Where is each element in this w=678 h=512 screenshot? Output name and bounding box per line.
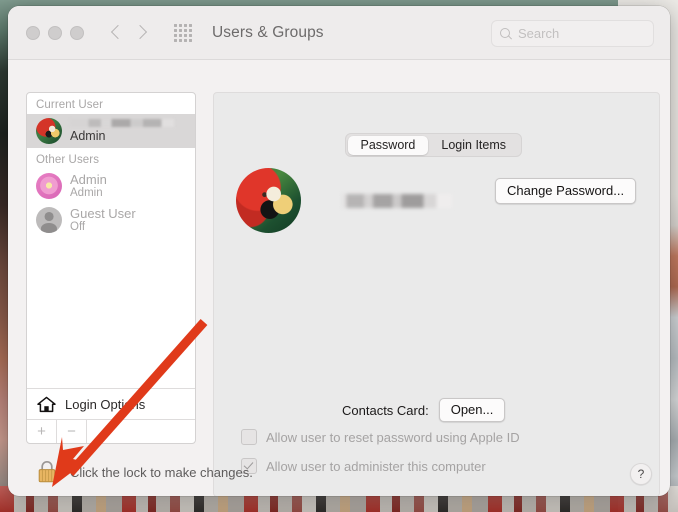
- tab-password[interactable]: Password: [347, 135, 429, 155]
- flower-avatar: [36, 173, 62, 199]
- forward-icon[interactable]: [130, 21, 152, 45]
- contacts-card-row: Contacts Card: Open...: [342, 398, 506, 422]
- user-role: Admin: [70, 186, 103, 199]
- add-remove-user-bar: + −: [27, 419, 195, 443]
- traffic-light-buttons: [26, 25, 84, 40]
- user-name-redacted: [70, 118, 174, 127]
- lock-closed-icon[interactable]: [36, 459, 58, 485]
- guest-avatar: [36, 207, 62, 233]
- user-name: Guest User: [70, 205, 136, 221]
- login-options-label: Login Options: [65, 397, 146, 412]
- checkbox-label: Allow user to reset password using Apple…: [266, 429, 520, 445]
- account-header-row: [236, 168, 452, 233]
- contacts-card-label: Contacts Card:: [342, 402, 429, 418]
- add-user-button[interactable]: +: [27, 420, 57, 443]
- change-password-button[interactable]: Change Password...: [495, 178, 637, 204]
- search-placeholder: Search: [518, 26, 560, 41]
- user-role: Admin: [70, 128, 106, 143]
- checkbox-row-administer-computer[interactable]: Allow user to administer this computer: [241, 458, 486, 474]
- group-header-current-user: Current User: [36, 99, 104, 111]
- minimize-button[interactable]: [48, 25, 62, 40]
- help-button[interactable]: ?: [630, 463, 652, 485]
- user-row-guest[interactable]: Guest User Off: [27, 203, 195, 237]
- user-row-text: Admin Admin: [70, 172, 107, 201]
- page-title: Users & Groups: [212, 23, 324, 41]
- home-icon: [37, 396, 56, 413]
- users-list-sidebar: Current User Admin Other Users Admin Adm…: [26, 92, 196, 444]
- remove-user-button[interactable]: −: [57, 420, 87, 443]
- user-row-text: Guest User Off: [70, 206, 136, 235]
- checkbox-reset-password-apple-id[interactable]: [241, 429, 257, 445]
- tab-login-items[interactable]: Login Items: [428, 136, 519, 155]
- user-row-admin[interactable]: Admin Admin: [27, 169, 195, 203]
- group-header-other-users: Other Users: [36, 154, 100, 166]
- window-body: Current User Admin Other Users Admin Adm…: [8, 60, 670, 496]
- back-icon[interactable]: [106, 21, 128, 45]
- lock-bar: Click the lock to make changes.: [36, 459, 253, 485]
- window-toolbar: Users & Groups Search: [8, 6, 670, 60]
- open-contacts-card-button[interactable]: Open...: [438, 398, 506, 422]
- show-all-grid-icon[interactable]: [174, 23, 194, 42]
- account-avatar[interactable]: [236, 168, 301, 233]
- parrot-avatar: [36, 118, 62, 144]
- navigation-buttons: [106, 21, 152, 45]
- user-row-text: Admin: [70, 118, 174, 144]
- account-name-redacted: [342, 193, 452, 208]
- lock-message: Click the lock to make changes.: [70, 464, 253, 480]
- checkbox-label: Allow user to administer this computer: [266, 458, 486, 474]
- system-preferences-window: Users & Groups Search Current User Admin…: [8, 6, 670, 496]
- close-button[interactable]: [26, 25, 40, 40]
- zoom-button[interactable]: [70, 25, 84, 40]
- checkbox-row-reset-password[interactable]: Allow user to reset password using Apple…: [241, 429, 520, 445]
- login-options-row[interactable]: Login Options: [27, 388, 195, 420]
- search-field[interactable]: Search: [491, 20, 654, 47]
- user-status: Off: [70, 220, 86, 233]
- user-row-current[interactable]: Admin: [27, 114, 195, 148]
- user-name: Admin: [70, 171, 107, 187]
- tab-bar: Password Login Items: [345, 133, 522, 157]
- search-icon: [500, 27, 512, 40]
